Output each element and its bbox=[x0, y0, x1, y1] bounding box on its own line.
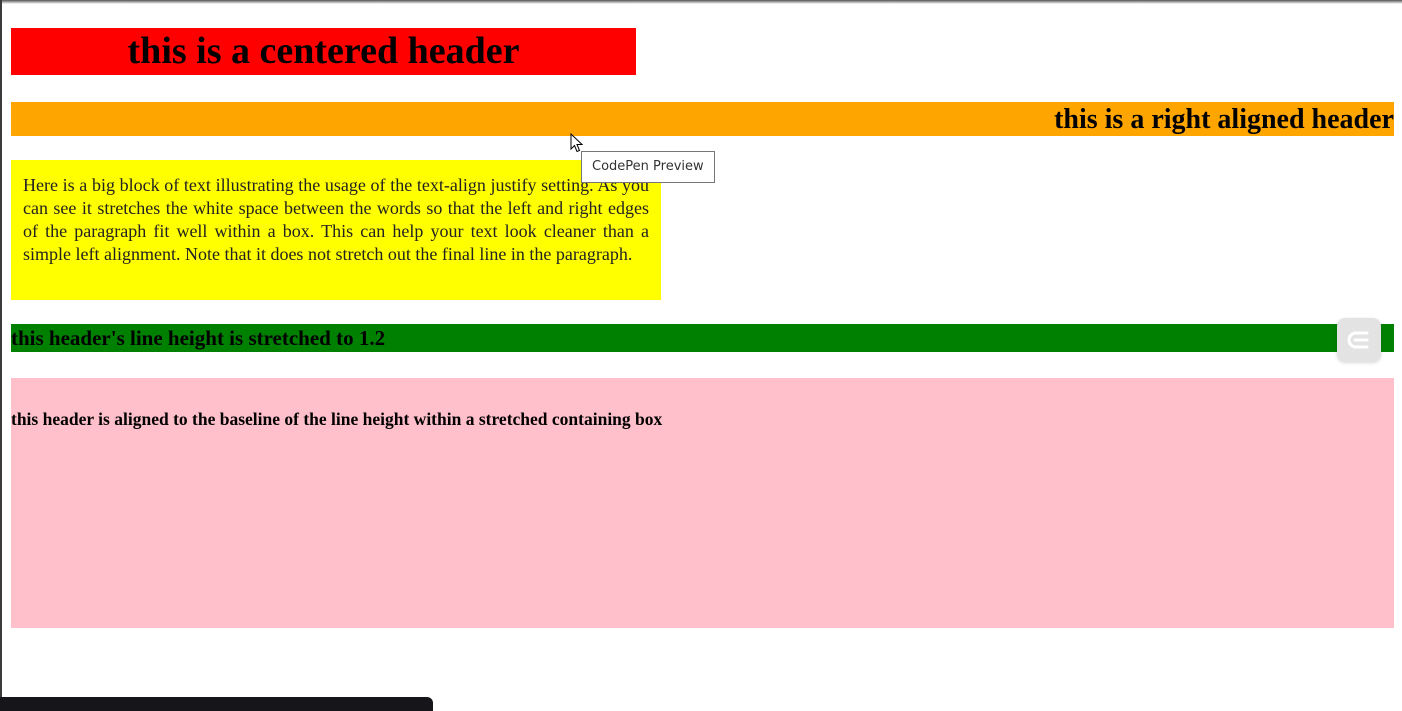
line-height-header: this header's line height is stretched t… bbox=[11, 324, 1394, 352]
justified-paragraph-box: Here is a big block of text illustrating… bbox=[11, 160, 661, 300]
right-aligned-header: this is a right aligned header bbox=[11, 102, 1394, 136]
mouse-pointer-icon bbox=[570, 133, 584, 153]
window-top-shadow bbox=[0, 0, 1402, 4]
taskbar-fragment bbox=[0, 697, 433, 711]
codepen-extension-button[interactable] bbox=[1337, 318, 1381, 362]
centered-header: this is a centered header bbox=[11, 28, 636, 75]
justified-paragraph: Here is a big block of text illustrating… bbox=[23, 175, 649, 264]
codepen-preview-tooltip: CodePen Preview bbox=[581, 151, 715, 183]
baseline-box: this header is aligned to the baseline o… bbox=[11, 378, 1394, 628]
baseline-header: this header is aligned to the baseline o… bbox=[11, 409, 663, 429]
codepen-extension-icon bbox=[1347, 331, 1369, 349]
window-left-border bbox=[0, 0, 2, 711]
